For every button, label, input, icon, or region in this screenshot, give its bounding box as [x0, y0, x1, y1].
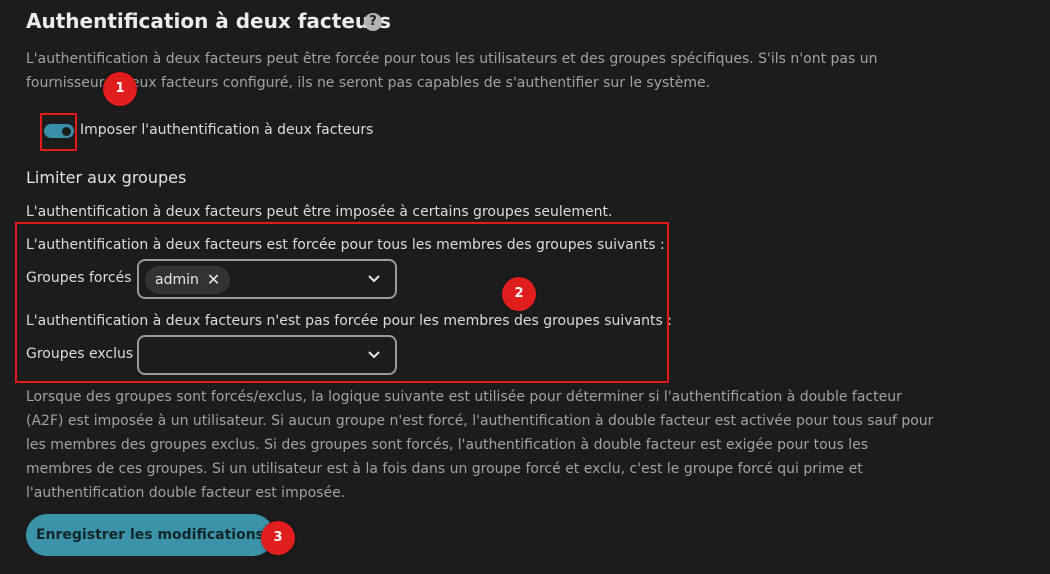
- annotation-badge-2: 2: [502, 277, 536, 311]
- enforce-2fa-label[interactable]: Imposer l'authentification à deux facteu…: [80, 122, 373, 138]
- section-description: L'authentification à deux facteurs peut …: [26, 51, 878, 91]
- section-title: Authentification à deux facteurs: [26, 9, 391, 33]
- annotation-box-1: [40, 113, 77, 151]
- annotation-badge-3: 3: [261, 521, 295, 555]
- annotation-badge-1: 1: [103, 72, 137, 106]
- limit-groups-intro: L'authentification à deux facteurs peut …: [26, 204, 613, 220]
- annotation-box-2: [15, 222, 669, 383]
- group-logic-explanation: Lorsque des groupes sont forcés/exclus, …: [26, 389, 934, 501]
- limit-groups-heading: Limiter aux groupes: [26, 168, 187, 187]
- help-icon[interactable]: ?: [364, 13, 382, 31]
- save-button[interactable]: Enregistrer les modifications: [26, 514, 274, 556]
